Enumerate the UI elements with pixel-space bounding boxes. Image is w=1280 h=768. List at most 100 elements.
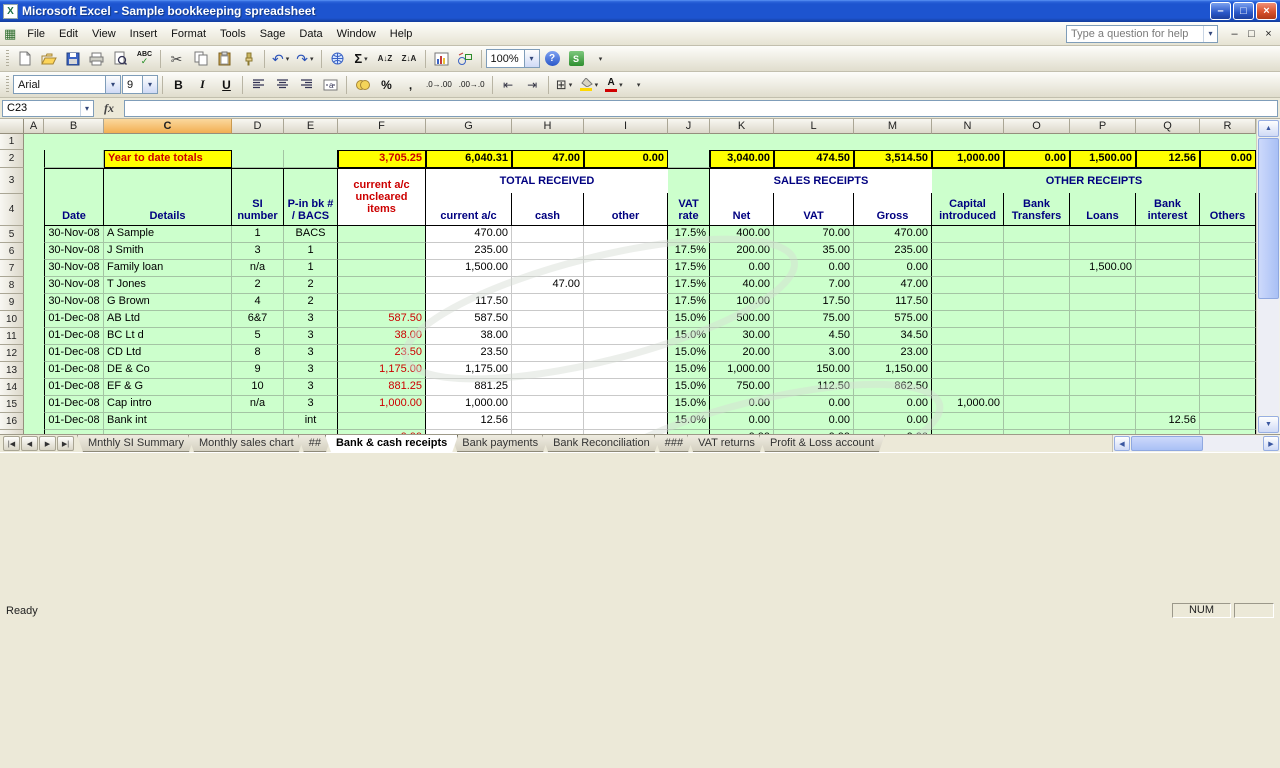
dropdown-arrow-icon[interactable]: ▾: [1203, 26, 1217, 42]
cell-C1[interactable]: [104, 134, 232, 150]
cell-N1[interactable]: [932, 134, 1004, 150]
cell-M15[interactable]: 0.00: [854, 396, 932, 413]
cell-P13[interactable]: [1070, 362, 1136, 379]
cell-D5[interactable]: 1: [232, 226, 284, 243]
cell-C15[interactable]: Cap intro: [104, 396, 232, 413]
column-header-F[interactable]: F: [338, 119, 426, 134]
cell-G9[interactable]: 117.50: [426, 294, 512, 311]
cell-I16[interactable]: [584, 413, 668, 430]
drawing-button[interactable]: [454, 48, 477, 70]
cell-L5[interactable]: 70.00: [774, 226, 854, 243]
align-center-button[interactable]: [271, 74, 294, 96]
cell-B5[interactable]: 30-Nov-08: [44, 226, 104, 243]
row-header-10[interactable]: 10: [0, 311, 24, 328]
cell-C2[interactable]: Year to date totals: [104, 150, 232, 168]
cell-E6[interactable]: 1: [284, 243, 338, 260]
cell-G1[interactable]: [426, 134, 512, 150]
cell-M8[interactable]: 47.00: [854, 277, 932, 294]
cell-F10[interactable]: 587.50: [338, 311, 426, 328]
font-color-button[interactable]: A▾: [602, 74, 626, 96]
cell-K1[interactable]: [710, 134, 774, 150]
cell-R1[interactable]: [1200, 134, 1256, 150]
sheet-tab-bank-cash-receipts[interactable]: Bank & cash receipts: [325, 435, 458, 452]
column-header-R[interactable]: R: [1200, 119, 1256, 134]
header-other-receipts[interactable]: OTHER RECEIPTS: [932, 169, 1256, 193]
cell-J15[interactable]: 15.0%: [668, 396, 710, 413]
undo-button[interactable]: ↶▾: [269, 48, 292, 70]
cell-A5[interactable]: [24, 226, 44, 243]
cell-F11[interactable]: 38.00: [338, 328, 426, 345]
cell-G15[interactable]: 1,000.00: [426, 396, 512, 413]
header-uncleared-items[interactable]: current a/c uncleared items: [338, 168, 426, 226]
cell-J9[interactable]: 17.5%: [668, 294, 710, 311]
spelling-button[interactable]: ABC✓: [133, 48, 156, 70]
cell-B9[interactable]: 30-Nov-08: [44, 294, 104, 311]
cell-H11[interactable]: [512, 328, 584, 345]
cell-R2[interactable]: 0.00: [1200, 150, 1256, 168]
row-header-7[interactable]: 7: [0, 260, 24, 277]
vertical-scroll-track[interactable]: [1258, 138, 1279, 415]
cell-B14[interactable]: 01-Dec-08: [44, 379, 104, 396]
increase-indent-button[interactable]: ⇥: [521, 74, 544, 96]
copy-button[interactable]: [189, 48, 212, 70]
insert-function-button[interactable]: fx: [94, 101, 124, 116]
menu-sage[interactable]: Sage: [253, 25, 293, 43]
cell-A11[interactable]: [24, 328, 44, 345]
cell-K12[interactable]: 20.00: [710, 345, 774, 362]
menu-help[interactable]: Help: [383, 25, 420, 43]
cell-E15[interactable]: 3: [284, 396, 338, 413]
cell-L12[interactable]: 3.00: [774, 345, 854, 362]
column-header-I[interactable]: I: [584, 119, 668, 134]
cell-B11[interactable]: 01-Dec-08: [44, 328, 104, 345]
cell-J10[interactable]: 15.0%: [668, 311, 710, 328]
cell-P2[interactable]: 1,500.00: [1070, 150, 1136, 168]
column-header-Q[interactable]: Q: [1136, 119, 1200, 134]
toolbar-grip[interactable]: [6, 50, 9, 68]
font-dropdown-icon[interactable]: ▾: [105, 76, 120, 93]
cell-G13[interactable]: 1,175.00: [426, 362, 512, 379]
cell-R15[interactable]: [1200, 396, 1256, 413]
cell-C17[interactable]: [104, 430, 232, 434]
cell-A12[interactable]: [24, 345, 44, 362]
cell-O15[interactable]: [1004, 396, 1070, 413]
header-current-ac[interactable]: current a/c: [426, 193, 512, 226]
cell-B10[interactable]: 01-Dec-08: [44, 311, 104, 328]
sort-ascending-button[interactable]: A↓Z: [374, 48, 397, 70]
cell-E17[interactable]: [284, 430, 338, 434]
cell-O8[interactable]: [1004, 277, 1070, 294]
cell-Q16[interactable]: 12.56: [1136, 413, 1200, 430]
cell-A13[interactable]: [24, 362, 44, 379]
cell-H10[interactable]: [512, 311, 584, 328]
cell-O6[interactable]: [1004, 243, 1070, 260]
sheet-tab-vat-returns[interactable]: VAT returns: [687, 435, 766, 452]
cell-G17[interactable]: [426, 430, 512, 434]
cell-F15[interactable]: 1,000.00: [338, 396, 426, 413]
row-header-6[interactable]: 6: [0, 243, 24, 260]
cell-I10[interactable]: [584, 311, 668, 328]
cell-K15[interactable]: 0.00: [710, 396, 774, 413]
cell-J6[interactable]: 17.5%: [668, 243, 710, 260]
cell-P15[interactable]: [1070, 396, 1136, 413]
row-header-13[interactable]: 13: [0, 362, 24, 379]
formula-input[interactable]: [124, 100, 1278, 117]
cell-P12[interactable]: [1070, 345, 1136, 362]
scroll-right-icon[interactable]: ▶: [1263, 436, 1279, 451]
cell-F12[interactable]: 23.50: [338, 345, 426, 362]
cell-C10[interactable]: AB Ltd: [104, 311, 232, 328]
cell-I8[interactable]: [584, 277, 668, 294]
cell-Q5[interactable]: [1136, 226, 1200, 243]
hyperlink-button[interactable]: [326, 48, 349, 70]
cell-Q9[interactable]: [1136, 294, 1200, 311]
cell-P16[interactable]: [1070, 413, 1136, 430]
vertical-scrollbar[interactable]: ▲ ▼: [1256, 119, 1280, 434]
cell-Q2[interactable]: 12.56: [1136, 150, 1200, 168]
cell-M2[interactable]: 3,514.50: [854, 150, 932, 168]
column-header-H[interactable]: H: [512, 119, 584, 134]
fill-color-button[interactable]: ▾: [577, 74, 602, 96]
cell-P6[interactable]: [1070, 243, 1136, 260]
cell-C5[interactable]: A Sample: [104, 226, 232, 243]
open-button[interactable]: [37, 48, 60, 70]
column-header-B[interactable]: B: [44, 119, 104, 134]
cell-N10[interactable]: [932, 311, 1004, 328]
cell-C13[interactable]: DE & Co: [104, 362, 232, 379]
